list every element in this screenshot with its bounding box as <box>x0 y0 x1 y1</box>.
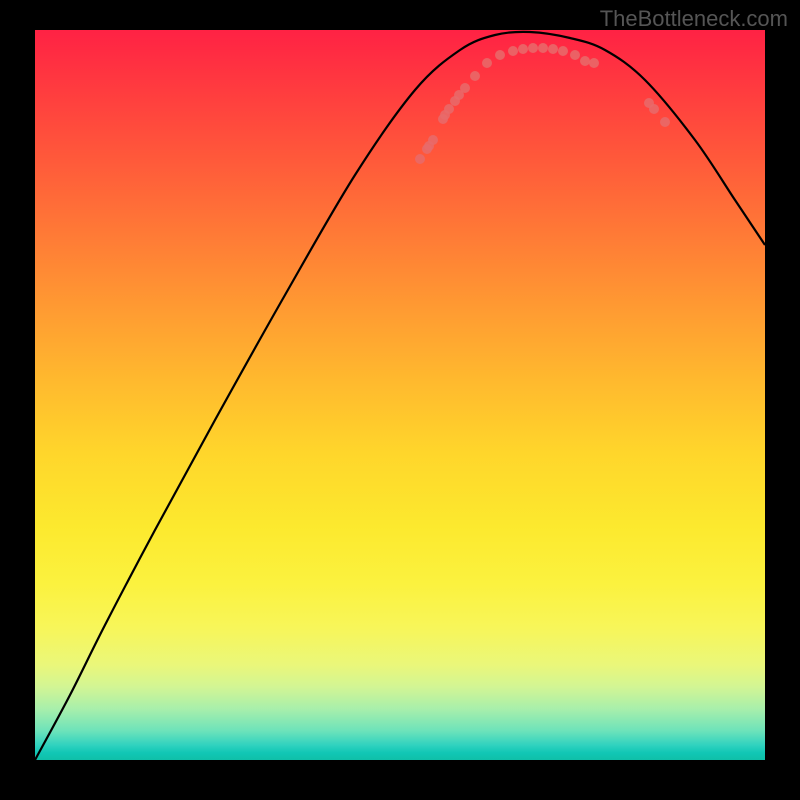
data-point <box>482 58 492 68</box>
data-point <box>495 50 505 60</box>
data-point <box>415 154 425 164</box>
data-markers <box>415 43 670 164</box>
chart-svg <box>35 30 765 760</box>
data-point <box>428 135 438 145</box>
data-point <box>548 44 558 54</box>
data-point <box>460 83 470 93</box>
chart-area <box>35 30 765 760</box>
data-point <box>660 117 670 127</box>
data-point <box>580 56 590 66</box>
data-point <box>570 50 580 60</box>
data-point <box>538 43 548 53</box>
data-point <box>528 43 538 53</box>
data-point <box>518 44 528 54</box>
data-point <box>558 46 568 56</box>
data-point <box>470 71 480 81</box>
bottleneck-curve <box>35 32 765 760</box>
data-point <box>444 104 454 114</box>
data-point <box>589 58 599 68</box>
data-point <box>508 46 518 56</box>
watermark-text: TheBottleneck.com <box>600 6 788 32</box>
data-point <box>649 104 659 114</box>
